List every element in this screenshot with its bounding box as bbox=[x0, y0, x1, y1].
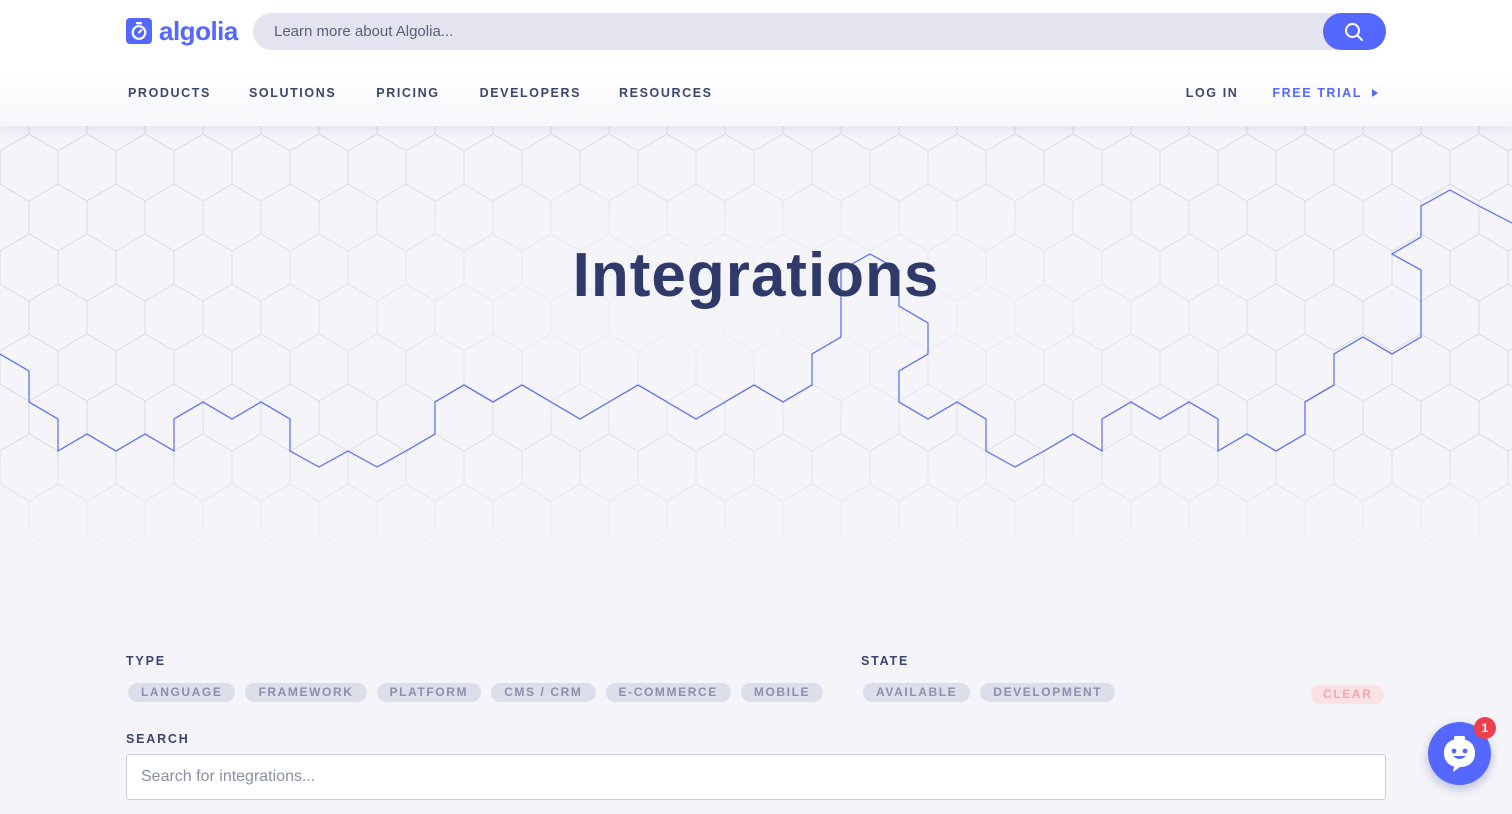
state-filter-chips: AVAILABLE DEVELOPMENT bbox=[863, 683, 1125, 702]
clear-filters-button[interactable]: CLEAR bbox=[1311, 685, 1385, 704]
login-link[interactable]: LOG IN bbox=[1186, 86, 1239, 100]
nav-solutions[interactable]: SOLUTIONS bbox=[249, 86, 336, 100]
chip-e-commerce[interactable]: E-COMMERCE bbox=[605, 683, 731, 702]
chip-available[interactable]: AVAILABLE bbox=[863, 683, 971, 702]
chip-framework[interactable]: FRAMEWORK bbox=[245, 683, 367, 702]
account-nav: LOG IN FREE TRIAL bbox=[1186, 86, 1378, 100]
search-icon bbox=[1345, 23, 1363, 41]
notification-badge: 1 bbox=[1474, 717, 1496, 739]
top-header: algolia PRODUCTS SOLUTIONS PRICING DEVEL… bbox=[0, 0, 1512, 126]
chip-cms-crm[interactable]: CMS / CRM bbox=[491, 683, 596, 702]
chip-language[interactable]: LANGUAGE bbox=[128, 683, 236, 702]
nav-developers[interactable]: DEVELOPERS bbox=[480, 86, 581, 100]
hero-hexagon-pattern bbox=[0, 126, 1512, 566]
stopwatch-icon bbox=[126, 18, 152, 44]
chip-platform[interactable]: PLATFORM bbox=[376, 683, 482, 702]
nav-products[interactable]: PRODUCTS bbox=[128, 86, 211, 100]
page-title: Integrations bbox=[572, 241, 940, 310]
algolia-logo[interactable]: algolia bbox=[126, 17, 238, 45]
site-search-bar bbox=[253, 13, 1386, 50]
free-trial-link[interactable]: FREE TRIAL bbox=[1272, 86, 1378, 100]
type-filter-chips: LANGUAGE FRAMEWORK PLATFORM CMS / CRM E-… bbox=[128, 683, 833, 702]
chip-development[interactable]: DEVELOPMENT bbox=[980, 683, 1116, 702]
nav-pricing[interactable]: PRICING bbox=[376, 86, 439, 100]
main-nav: PRODUCTS SOLUTIONS PRICING DEVELOPERS RE… bbox=[128, 86, 751, 100]
type-filter-label: TYPE bbox=[126, 654, 166, 668]
search-label: SEARCH bbox=[126, 732, 190, 746]
caret-right-icon bbox=[1372, 89, 1378, 97]
site-search-button[interactable] bbox=[1323, 13, 1386, 50]
chip-mobile[interactable]: MOBILE bbox=[740, 683, 824, 702]
site-search-input[interactable] bbox=[253, 13, 1323, 50]
brand-name: algolia bbox=[159, 16, 238, 46]
free-trial-label: FREE TRIAL bbox=[1272, 86, 1362, 100]
state-filter-label: STATE bbox=[861, 654, 910, 668]
integrations-search-input[interactable] bbox=[126, 754, 1386, 800]
nav-resources[interactable]: RESOURCES bbox=[619, 86, 713, 100]
chat-bot-icon bbox=[1444, 736, 1475, 772]
